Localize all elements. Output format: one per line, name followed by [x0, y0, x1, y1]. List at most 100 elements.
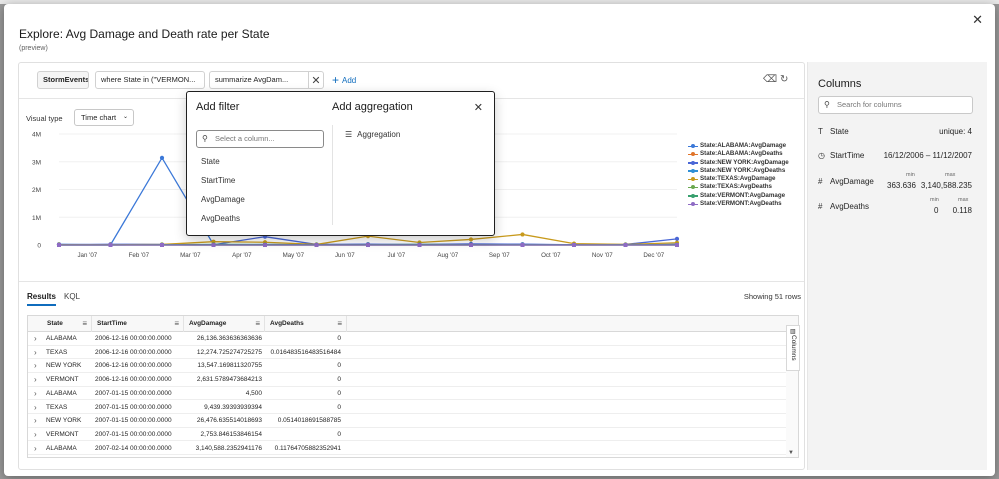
x-tick-label: Aug '07: [437, 252, 458, 259]
filter-column-select[interactable]: ⚲ Select a column...: [196, 130, 324, 148]
y-tick-label: 4M: [32, 132, 41, 139]
column-menu-icon[interactable]: ≡: [82, 316, 87, 332]
legend-item[interactable]: State:VERMONT:AvgDeaths: [688, 200, 789, 208]
header-starttime[interactable]: StartTime ≡: [92, 316, 184, 332]
table-cell: 0.11764705882352941: [274, 444, 341, 452]
table-cell: 0: [337, 335, 341, 342]
tab-kql[interactable]: KQL: [64, 292, 80, 301]
column-menu-icon[interactable]: ≡: [255, 316, 260, 332]
column-item-state[interactable]: T State unique: 4: [818, 127, 976, 147]
column-menu-icon[interactable]: ≡: [174, 316, 179, 332]
columns-rail-button[interactable]: ▥ Columns: [786, 325, 800, 371]
filter-option-avgdamage[interactable]: AvgDamage: [201, 195, 245, 204]
data-point[interactable]: [160, 243, 164, 247]
table-cell: 2,631.5789473684213: [196, 376, 262, 384]
data-point[interactable]: [674, 236, 679, 241]
header-avgdamage[interactable]: AvgDamage ≡: [184, 316, 265, 332]
data-point[interactable]: [57, 243, 61, 247]
where-pill[interactable]: where State in ("VERMON...: [95, 71, 205, 89]
column-item-avgdeaths[interactable]: # AvgDeaths min max 0 0.118: [818, 197, 976, 219]
table-cell: VERMONT: [46, 376, 79, 384]
legend-item[interactable]: State:NEW YORK:AvgDamage: [688, 159, 789, 167]
expand-row-icon[interactable]: ›: [34, 442, 37, 455]
table-cell: ALABAMA: [46, 335, 77, 342]
table-row[interactable]: › ALABAMA 2007-02-14 00:00:00.0000 3,140,58…: [28, 442, 798, 456]
x-tick-label: Oct '07: [541, 252, 561, 259]
expand-row-icon[interactable]: ›: [34, 414, 37, 427]
table-row[interactable]: › TEXAS 2006-12-16 00:00:00.0000 12,274.725…: [28, 346, 798, 360]
legend-item[interactable]: State:TEXAS:AvgDamage: [688, 175, 789, 183]
data-point[interactable]: [675, 243, 679, 247]
columns-icon: ▥: [790, 329, 796, 335]
header-state[interactable]: State ≡: [42, 316, 92, 332]
tab-results[interactable]: Results: [27, 292, 56, 306]
number-type-icon: #: [818, 202, 823, 211]
table-row[interactable]: › NEW YORK 2006-12-16 00:00:00.0000 13,547.…: [28, 359, 798, 373]
visual-type-select[interactable]: Time chart ⌄: [74, 109, 134, 126]
legend-item[interactable]: State:TEXAS:AvgDeaths: [688, 183, 789, 191]
clear-filters-icon[interactable]: ⌫: [763, 74, 777, 85]
expand-row-icon[interactable]: ›: [34, 387, 37, 400]
close-dialog-icon[interactable]: ✕: [972, 12, 983, 28]
expand-row-icon[interactable]: ›: [34, 373, 37, 386]
remove-summarize-icon[interactable]: ✕: [308, 71, 324, 89]
column-menu-icon[interactable]: ≡: [337, 316, 342, 332]
legend-item[interactable]: State:VERMONT:AvgDamage: [688, 192, 789, 200]
data-point[interactable]: [468, 237, 474, 242]
x-tick-label: Jun '07: [335, 252, 355, 259]
summarize-pill[interactable]: summarize AvgDam...: [209, 71, 308, 89]
data-point[interactable]: [623, 243, 628, 247]
filter-option-avgdeaths[interactable]: AvgDeaths: [201, 214, 240, 223]
table-row[interactable]: › TEXAS 2007-01-15 00:00:00.0000 9,439.3939…: [28, 401, 798, 415]
table-row[interactable]: › VERMONT 2007-01-15 00:00:00.0000 2,753.84…: [28, 428, 798, 442]
column-search-input[interactable]: ⚲ Search for columns: [818, 96, 973, 114]
close-popup-icon[interactable]: ✕: [474, 101, 483, 114]
add-button[interactable]: + Add: [332, 71, 356, 89]
table-cell: 0: [337, 430, 341, 438]
scroll-down-icon[interactable]: ▼: [788, 450, 794, 456]
data-point[interactable]: [520, 232, 525, 237]
expand-row-icon[interactable]: ›: [34, 428, 37, 441]
filter-option-state[interactable]: State: [201, 157, 220, 166]
column-item-avgdamage[interactable]: # AvgDamage min max 363.636 3,140,588.23…: [818, 172, 976, 194]
plus-icon: +: [332, 73, 340, 87]
table-cell: 2006-12-16 00:00:00.0000: [95, 348, 172, 356]
expand-row-icon[interactable]: ›: [34, 346, 37, 359]
table-cell: TEXAS: [46, 403, 68, 411]
columns-panel: Columns ⚲ Search for columns T State uniq…: [807, 62, 987, 470]
data-point[interactable]: [159, 155, 165, 160]
table-row[interactable]: › NEW YORK 2007-01-15 00:00:00.0000 26,476.…: [28, 414, 798, 428]
data-point[interactable]: [366, 243, 370, 247]
data-point[interactable]: [520, 243, 525, 247]
column-item-starttime[interactable]: ◷ StartTime 16/12/2006 – 11/12/2007: [818, 151, 976, 171]
x-tick-label: Nov '07: [592, 252, 613, 259]
legend-item[interactable]: State:NEW YORK:AvgDeaths: [688, 167, 789, 175]
data-point[interactable]: [314, 243, 319, 247]
x-tick-label: Jan '07: [77, 252, 97, 259]
legend-item[interactable]: State:ALABAMA:AvgDamage: [688, 142, 789, 150]
expand-row-icon[interactable]: ›: [34, 332, 37, 345]
table-cell: 0.016483516483516484: [270, 348, 342, 356]
data-point[interactable]: [263, 243, 267, 247]
data-point[interactable]: [572, 243, 576, 247]
table-cell: 2,753.846153846154: [200, 430, 262, 438]
source-pill[interactable]: StormEvents: [37, 71, 89, 89]
results-grid: State ≡ StartTime ≡ AvgDamage ≡ AvgDeaths ≡ …: [27, 315, 799, 458]
table-row[interactable]: › ALABAMA 2007-01-15 00:00:00.0000 4,500 0: [28, 387, 798, 401]
data-point[interactable]: [211, 243, 216, 247]
aggregation-item[interactable]: ☰ Aggregation: [345, 130, 400, 139]
header-avgdeaths[interactable]: AvgDeaths ≡: [265, 316, 347, 332]
table-row[interactable]: › VERMONT 2006-12-16 00:00:00.0000 2,631.57…: [28, 373, 798, 387]
data-point[interactable]: [417, 243, 422, 247]
data-point[interactable]: [108, 243, 113, 247]
expand-row-icon[interactable]: ›: [34, 401, 37, 414]
legend-item[interactable]: State:ALABAMA:AvgDeaths: [688, 150, 789, 158]
filter-option-starttime[interactable]: StartTime: [201, 176, 235, 185]
pane-splitter[interactable]: [19, 281, 804, 282]
expand-row-icon[interactable]: ›: [34, 359, 37, 372]
table-cell: 26,476.635514018693: [196, 417, 262, 425]
y-tick-label: 1M: [32, 215, 41, 222]
table-row[interactable]: › ALABAMA 2006-12-16 00:00:00.0000 26,136.3…: [28, 332, 798, 346]
refresh-icon[interactable]: ↻: [780, 74, 788, 85]
data-point[interactable]: [469, 243, 473, 247]
